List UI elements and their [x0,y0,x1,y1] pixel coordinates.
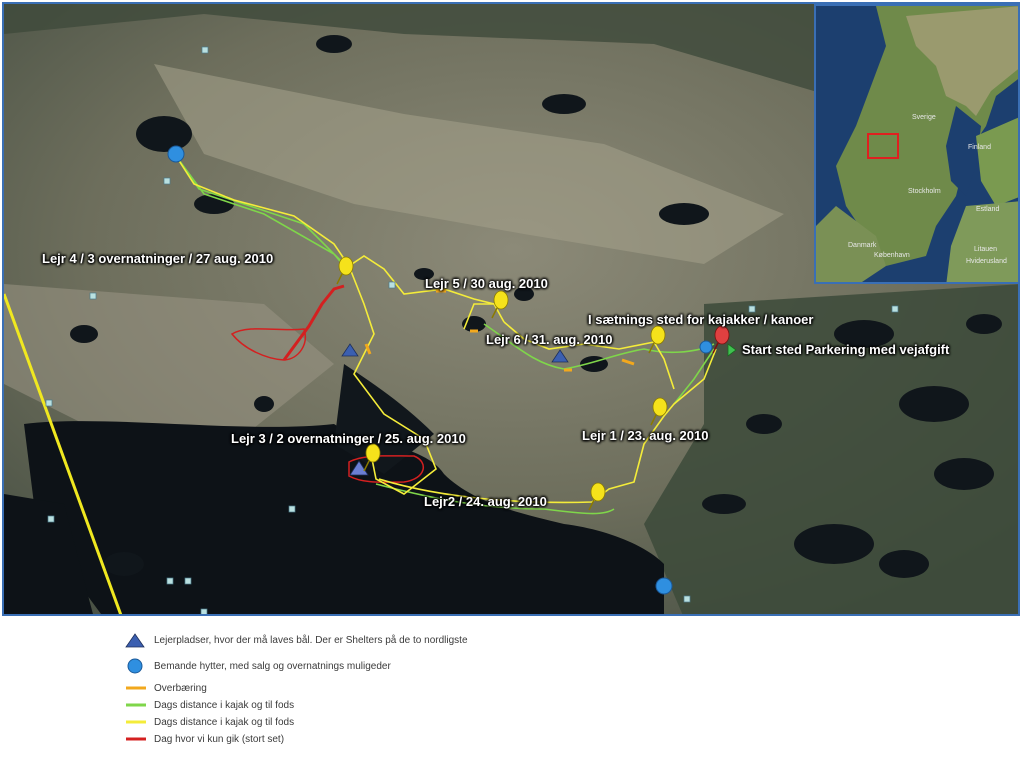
legend-item: Overbæring [120,680,207,696]
label-lejr4: Lejr 4 / 3 overnatninger / 27 aug. 2010 [42,251,274,266]
legend-text: Bemande hytter, med salg og overnatnings… [154,660,391,672]
legend-item: Lejerpladser, hvor der må laves bål. Der… [120,632,468,648]
legend-item: Bemande hytter, med salg og overnatnings… [120,658,391,674]
label-lejr1: Lejr 1 / 23. aug. 2010 [582,428,709,443]
label-lejr6: Lejr 6 / 31. aug. 2010 [486,332,613,347]
inset-label-litauen: Litauen [974,246,997,253]
map-view[interactable]: Lejr 4 / 3 overnatninger / 27 aug. 2010 … [2,2,1020,616]
legend-item: Dags distance i kajak og til fods [120,697,294,713]
legend-item: Dags distance i kajak og til fods [120,714,294,730]
inset-label-estland: Estland [976,206,1000,213]
label-lejr2: Lejr2 / 24. aug. 2010 [424,494,547,509]
inset-label-hviderusland: Hviderusland [966,258,1007,265]
legend-text: Dags distance i kajak og til fods [154,699,295,711]
legend-text: Dag hvor vi kun gik (stort set) [154,733,285,745]
hut-circle[interactable] [655,577,673,595]
legend-item: Dag hvor vi kun gik (stort set) [120,731,284,747]
inset-label-sverige: Sverige [912,114,936,121]
label-lejr5: Lejr 5 / 30 aug. 2010 [425,276,548,291]
label-start: Start sted Parkering med vejafgift [742,342,950,357]
hut-circle-icon [127,658,143,674]
label-lejr3: Lejr 3 / 2 overnatninger / 25. aug. 2010 [231,431,466,446]
legend-text: Lejerpladser, hvor der må laves bål. Der… [154,634,468,646]
hut-circle[interactable] [167,145,185,163]
legend-text: Overbæring [154,682,207,694]
inset-label-danmark: Danmark [848,242,877,249]
legend-text: Dags distance i kajak og til fods [154,716,295,728]
hut-circle[interactable] [699,340,713,354]
overview-map-inset[interactable]: Sverige Finland Stockholm Danmark Københ… [814,4,1018,284]
label-isaetning: I sætnings sted for kajakker / kanoer [588,312,814,327]
inset-label-finland: Finland [968,144,991,151]
camp-triangle-icon [125,633,145,648]
inset-label-kobenhavn: København [874,252,910,259]
inset-label-stockholm: Stockholm [908,188,941,195]
